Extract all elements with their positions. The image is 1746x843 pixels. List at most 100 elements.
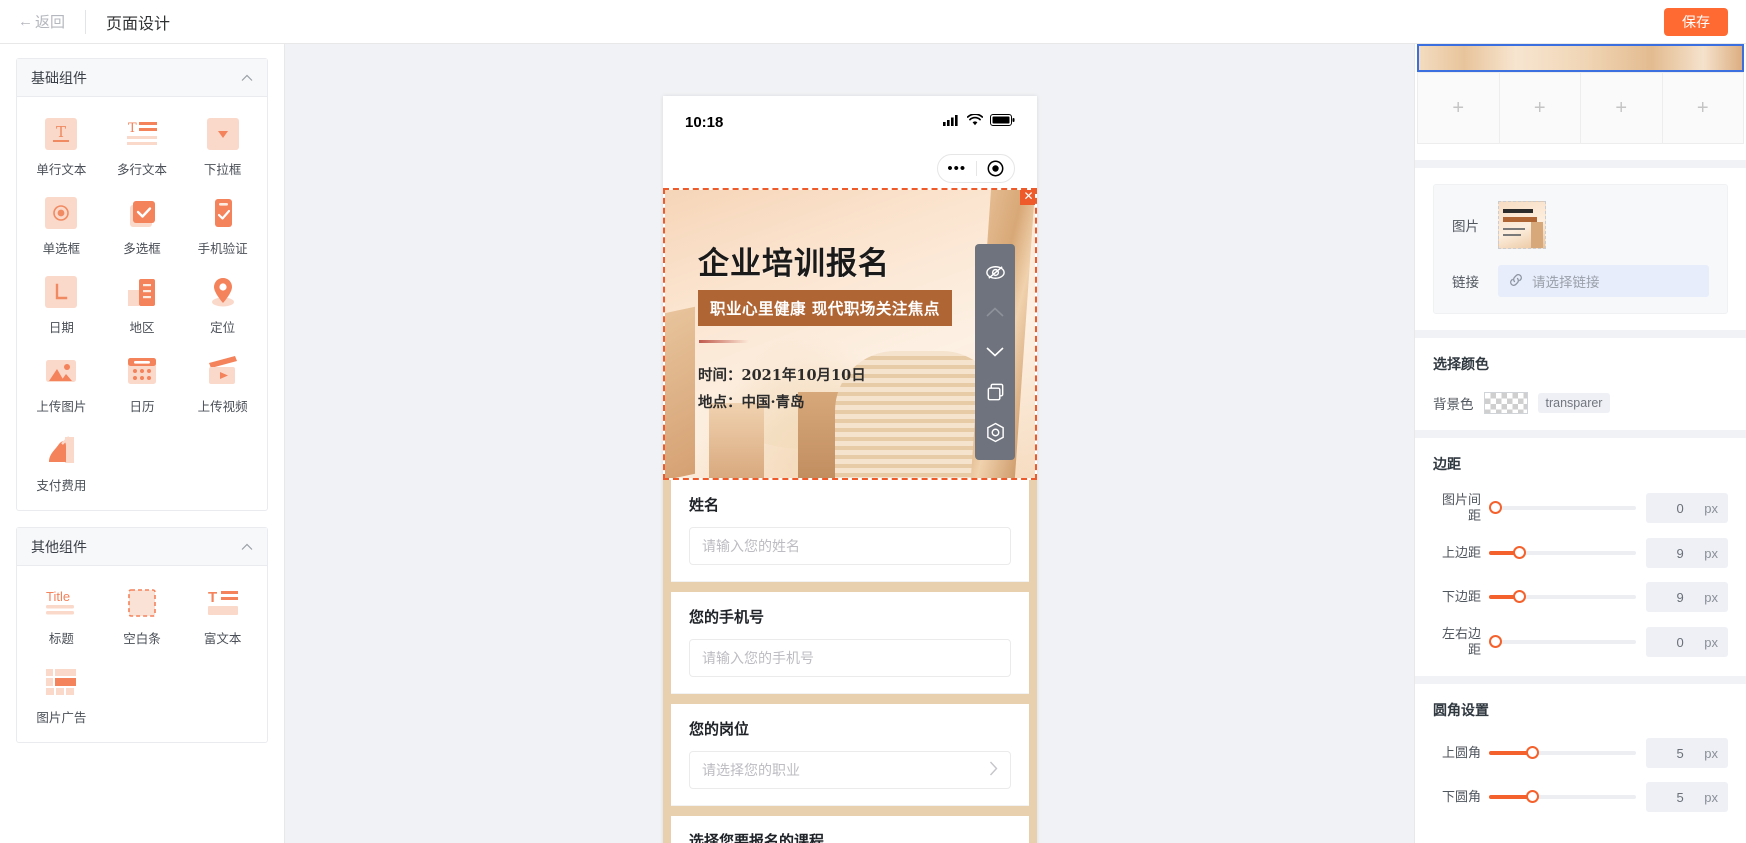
battery-icon <box>990 113 1015 131</box>
background-color-row: 背景色 transparer <box>1433 392 1728 414</box>
slider-knob[interactable] <box>1489 501 1502 514</box>
settings-hex-icon[interactable] <box>975 412 1015 452</box>
chevron-up-icon[interactable] <box>241 541 253 553</box>
cellular-signal-icon <box>943 113 960 131</box>
thumb-title-line <box>1503 209 1533 213</box>
component-label: 单行文本 <box>36 163 87 177</box>
status-icons <box>943 113 1015 131</box>
component-label: 多选框 <box>123 242 161 256</box>
chevron-down-icon[interactable] <box>975 332 1015 372</box>
component-title[interactable]: Title 标题 <box>21 576 102 655</box>
add-slot-3[interactable]: + <box>1581 72 1663 144</box>
component-label: 空白条 <box>123 632 161 646</box>
slider-knob[interactable] <box>1512 546 1526 559</box>
slider-track[interactable] <box>1489 746 1636 759</box>
slider-value-box[interactable]: 9 px <box>1646 538 1728 568</box>
component-rich-text[interactable]: T 富文本 <box>182 576 263 655</box>
wechat-capsule: ••• <box>937 153 1015 183</box>
slider-knob[interactable] <box>1512 590 1526 603</box>
slider-knob[interactable] <box>1525 746 1539 759</box>
slider-label: 下边距 <box>1441 589 1481 604</box>
slider-value-box[interactable]: 9 px <box>1646 582 1728 612</box>
color-value: transparer <box>1537 393 1610 413</box>
component-label: 多行文本 <box>116 163 167 177</box>
chevron-up-icon[interactable] <box>975 292 1015 332</box>
save-button[interactable]: 保存 <box>1664 8 1728 36</box>
field-label: 您的手机号 <box>689 609 765 626</box>
slider-value-box[interactable]: 0 px <box>1646 627 1728 657</box>
component-checkbox[interactable]: 多选框 <box>102 186 183 265</box>
slider-margin-horizontal: 左右边距 0 px <box>1433 626 1728 658</box>
back-button[interactable]: ← 返回 <box>18 11 65 32</box>
form-block-name[interactable]: 姓名 请输入您的姓名 <box>671 480 1029 582</box>
component-dropdown[interactable]: 下拉框 <box>182 107 263 186</box>
component-date[interactable]: 日期 <box>21 265 102 344</box>
slider-knob[interactable] <box>1489 635 1502 648</box>
component-image-ad[interactable]: 图片广告 <box>21 655 102 734</box>
banner-title: 企业培训报名 <box>698 246 890 282</box>
slider-value-box[interactable]: 5 px <box>1646 782 1728 812</box>
image-thumbnail[interactable] <box>1498 201 1546 249</box>
slider-fill <box>1489 595 1516 599</box>
slider-track[interactable] <box>1489 546 1636 559</box>
component-multi-line-text[interactable]: T 多行文本 <box>102 107 183 186</box>
basic-components-grid: T 单行文本 T 多行文本 下拉框 单选框 多选框 手机验证 日期 地区 定位 … <box>17 97 267 510</box>
form-block-course[interactable]: 选择您要报名的课程 <box>671 816 1029 843</box>
component-region[interactable]: 地区 <box>102 265 183 344</box>
slider-value-box[interactable]: 5 px <box>1646 738 1728 768</box>
title-icon: Title <box>44 586 78 620</box>
eye-hidden-icon[interactable] <box>975 252 1015 292</box>
slider-value-box[interactable]: 0 px <box>1646 493 1728 523</box>
date-icon <box>44 275 78 309</box>
checkbox-icon <box>125 196 159 230</box>
slider-track[interactable] <box>1489 790 1636 803</box>
slider-track[interactable] <box>1489 590 1636 603</box>
section-basic-title: 基础组件 <box>31 69 87 86</box>
chevron-up-icon[interactable] <box>241 72 253 84</box>
page-title: 页面设计 <box>106 15 171 33</box>
copy-icon[interactable] <box>975 372 1015 412</box>
input-placeholder: 请输入您的手机号 <box>702 650 814 666</box>
slider-value: 0 <box>1676 634 1684 650</box>
blank-bar-icon <box>125 586 159 620</box>
component-radio[interactable]: 单选框 <box>21 186 102 265</box>
slider-track[interactable] <box>1489 501 1636 514</box>
component-label: 支付费用 <box>36 479 87 493</box>
component-calendar[interactable]: 日历 <box>102 344 183 423</box>
phone-preview: 10:18 ••• 企业培训报名 职业心里健康 现代职场关注焦点 时间：2021… <box>663 96 1037 843</box>
form-block-phone[interactable]: 您的手机号 请输入您的手机号 <box>671 592 1029 694</box>
position-select[interactable]: 请选择您的职业 <box>689 751 1011 789</box>
add-slot-2[interactable]: + <box>1499 72 1581 144</box>
component-single-line-text[interactable]: T 单行文本 <box>21 107 102 186</box>
component-phone-verify[interactable]: 手机验证 <box>182 186 263 265</box>
chevron-right-icon <box>989 761 998 779</box>
link-select-input[interactable]: 请选择链接 <box>1498 265 1709 297</box>
banner-rule <box>699 340 749 343</box>
section-other-header[interactable]: 其他组件 <box>17 528 267 566</box>
slider-track[interactable] <box>1489 635 1636 648</box>
input-placeholder: 请输入您的姓名 <box>702 538 800 554</box>
component-upload-video[interactable]: 上传视频 <box>182 344 263 423</box>
color-swatch[interactable] <box>1483 392 1528 414</box>
thumb-meta-line-1 <box>1503 228 1525 230</box>
add-slot-1[interactable]: + <box>1417 72 1500 144</box>
component-blank-bar[interactable]: 空白条 <box>102 576 183 655</box>
target-circle-icon[interactable] <box>976 160 1014 177</box>
name-input[interactable]: 请输入您的姓名 <box>689 527 1011 565</box>
component-payment[interactable]: 支付费用 <box>21 423 102 502</box>
phone-input[interactable]: 请输入您的手机号 <box>689 639 1011 677</box>
close-icon[interactable]: ✕ <box>1020 190 1035 205</box>
slider-knob[interactable] <box>1525 790 1539 803</box>
selected-template-preview[interactable] <box>1417 44 1744 72</box>
more-dots-icon[interactable]: ••• <box>938 160 976 177</box>
component-label: 下拉框 <box>203 163 242 177</box>
rich-text-icon: T <box>206 586 240 620</box>
thumb-strip <box>1531 222 1543 248</box>
radio-icon <box>44 196 78 230</box>
component-upload-image[interactable]: 上传图片 <box>21 344 102 423</box>
form-block-position[interactable]: 您的岗位 请选择您的职业 <box>671 704 1029 806</box>
section-basic-components: 基础组件 T 单行文本 T 多行文本 下拉框 单选框 多选框 手机验证 日期 地… <box>16 58 268 511</box>
add-slot-4[interactable]: + <box>1662 72 1744 144</box>
section-basic-header[interactable]: 基础组件 <box>17 59 267 97</box>
component-location[interactable]: 定位 <box>182 265 263 344</box>
